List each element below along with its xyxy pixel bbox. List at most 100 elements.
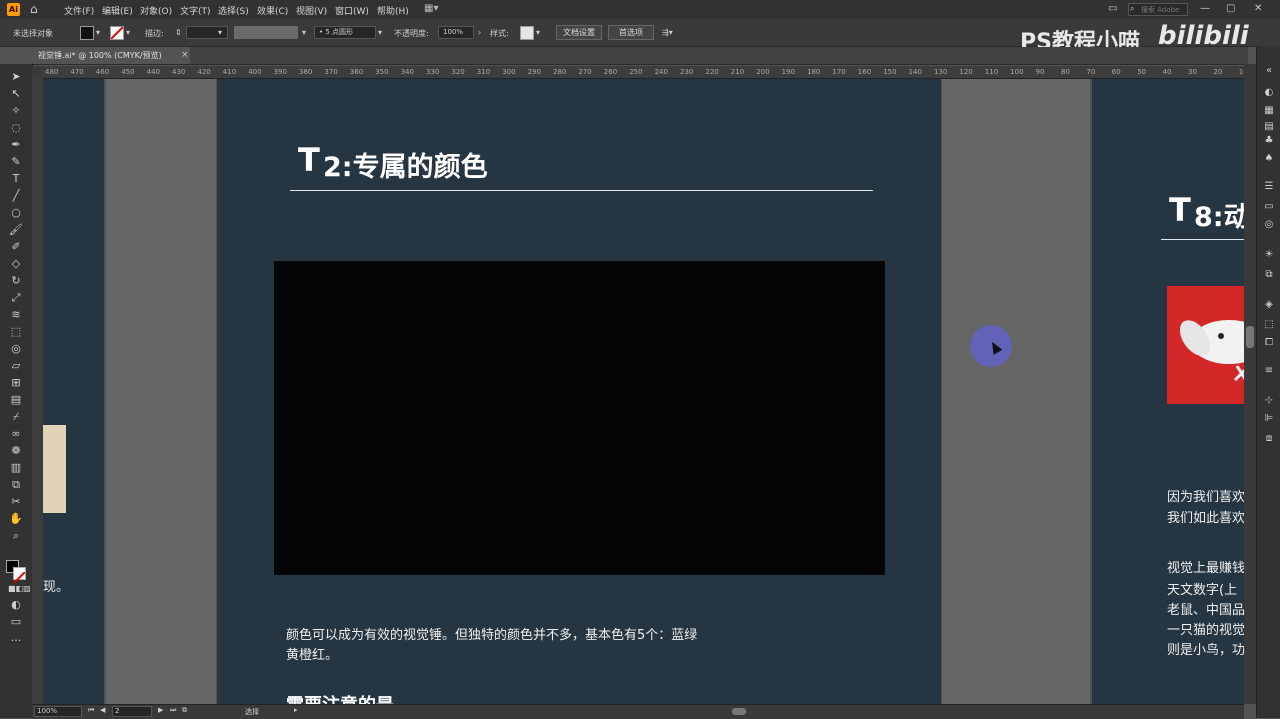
type-tool-icon[interactable]: T xyxy=(8,172,24,186)
stroke-swatch[interactable] xyxy=(110,26,124,40)
menu-help[interactable]: 帮助(H) xyxy=(377,4,409,17)
menu-edit[interactable]: 编辑(E) xyxy=(102,4,133,17)
pathfinder-panel-icon[interactable]: ⧈ xyxy=(1262,432,1276,446)
minimize-icon[interactable]: — xyxy=(1200,3,1210,14)
mesh-tool-icon[interactable]: ⊞ xyxy=(8,376,24,390)
transparency-panel-icon[interactable]: ◎ xyxy=(1262,218,1276,232)
artboards-panel-icon[interactable]: ⬚ xyxy=(1262,318,1276,332)
artboard-main[interactable]: T 2:专属的颜色 颜色可以成为有效的视觉锤。但独特的颜色并不多，基本色有5个：… xyxy=(217,79,941,704)
status-menu-icon[interactable]: ▸ xyxy=(294,706,298,714)
variable-width-profile[interactable] xyxy=(234,26,298,39)
horizontal-ruler[interactable]: 480 470 460 450 440 430 420 410 400 390 380 370 360 3… xyxy=(43,66,1248,79)
lasso-tool-icon[interactable]: ◌ xyxy=(8,121,24,135)
symbols-icon[interactable]: ♠ xyxy=(1262,152,1276,166)
stroke-panel-icon[interactable]: ☰ xyxy=(1262,180,1276,194)
red-image-card[interactable] xyxy=(1167,286,1244,404)
menu-type[interactable]: 文字(T) xyxy=(180,4,211,17)
hand-tool-icon[interactable]: ✋ xyxy=(8,512,24,526)
direct-selection-tool-icon[interactable]: ↖ xyxy=(8,87,24,101)
scale-tool-icon[interactable]: ⤢ xyxy=(8,291,24,305)
preferences-button[interactable]: 首选项 xyxy=(608,25,654,40)
artboard-tool-icon[interactable]: ⧉ xyxy=(8,478,24,492)
zoom-tool-icon[interactable]: ⌕ xyxy=(8,529,24,543)
artboard-number-field[interactable]: 2 xyxy=(112,706,152,717)
paintbrush-tool-icon[interactable]: 🖌 xyxy=(8,223,24,237)
ellipse-tool-icon[interactable]: ○ xyxy=(8,206,24,220)
layers-panel-icon[interactable]: ◈ xyxy=(1262,298,1276,312)
zoom-field[interactable]: 100% xyxy=(34,706,82,717)
opacity-arrow-icon[interactable]: › xyxy=(478,28,481,37)
artboard-right[interactable]: T 8:动 因为我们喜欢 我们如此喜欢 视觉上最赚钱 天文数字(上 老鼠、中国品… xyxy=(1092,79,1244,704)
home-icon[interactable]: ⌂ xyxy=(30,2,38,16)
properties-panel-icon[interactable]: ≡ xyxy=(1262,364,1276,378)
close-tab-icon[interactable]: × xyxy=(181,50,189,60)
document-setup-button[interactable]: 文档设置 xyxy=(556,25,602,40)
perspective-grid-tool-icon[interactable]: ▱ xyxy=(8,359,24,373)
arrange-docs-icon[interactable]: ▭ xyxy=(1108,3,1117,14)
graphic-style-swatch[interactable] xyxy=(520,26,534,40)
more-tools-icon[interactable]: ··· xyxy=(8,634,24,648)
graphic-styles-icon[interactable]: ⧉ xyxy=(1262,268,1276,282)
shape-builder-tool-icon[interactable]: ◎ xyxy=(8,342,24,356)
arrange-icon[interactable]: ⇶▾ xyxy=(662,28,673,37)
fill-swatch[interactable] xyxy=(80,26,94,40)
screen-mode-icon[interactable]: ▭ xyxy=(8,615,24,629)
menu-file[interactable]: 文件(F) xyxy=(64,4,94,17)
transform-panel-icon[interactable]: ⊹ xyxy=(1262,394,1276,408)
magic-wand-tool-icon[interactable]: ✧ xyxy=(8,104,24,118)
asset-export-icon[interactable]: ⧠ xyxy=(1262,336,1276,350)
workspace-switcher-icon[interactable]: ▦▾ xyxy=(424,3,438,14)
stroke-color-icon[interactable] xyxy=(13,567,26,584)
menu-object[interactable]: 对象(O) xyxy=(140,4,172,17)
style-dropdown-icon[interactable]: ▾ xyxy=(536,28,540,37)
menu-select[interactable]: 选择(S) xyxy=(218,4,249,17)
horizontal-scroll-thumb[interactable] xyxy=(732,708,746,715)
document-tab[interactable]: 视觉锤.ai* @ 100% (CMYK/预览) xyxy=(32,47,190,64)
shaper-tool-icon[interactable]: ✐ xyxy=(8,240,24,254)
prev-artboard-icon[interactable]: ◀ xyxy=(100,706,105,714)
align-panel-icon[interactable]: ⊫ xyxy=(1262,412,1276,426)
ruler-origin[interactable] xyxy=(32,66,43,78)
appearance-panel-icon[interactable]: ☀ xyxy=(1262,248,1276,262)
graph-tool-icon[interactable]: ▥ xyxy=(8,461,24,475)
libraries-icon[interactable]: ▤ xyxy=(1262,120,1276,134)
first-artboard-icon[interactable]: ⏮ xyxy=(88,706,94,715)
gradient-panel-icon[interactable]: ▭ xyxy=(1262,200,1276,214)
artboard-gray-left[interactable] xyxy=(106,79,216,704)
artboard-left[interactable] xyxy=(43,79,104,704)
collapse-panels-icon[interactable]: « xyxy=(1262,64,1276,78)
menu-effect[interactable]: 效果(C) xyxy=(257,4,288,17)
stroke-dropdown-icon[interactable]: ▾ xyxy=(126,28,130,37)
artboard-navigator-icon[interactable]: ⧉ xyxy=(182,706,187,715)
menu-view[interactable]: 视图(V) xyxy=(296,4,327,17)
color-mode-icon[interactable]: ■◧▨ xyxy=(8,582,31,596)
curvature-tool-icon[interactable]: ✎ xyxy=(8,155,24,169)
blend-tool-icon[interactable]: ∞ xyxy=(8,427,24,441)
slice-tool-icon[interactable]: ✂ xyxy=(8,495,24,509)
stroke-weight-dropdown-icon[interactable]: ▾ xyxy=(218,28,222,37)
selection-tool-icon[interactable]: ➤ xyxy=(8,70,24,84)
fill-dropdown-icon[interactable]: ▾ xyxy=(96,28,100,37)
gradient-tool-icon[interactable]: ▤ xyxy=(8,393,24,407)
stroke-stepper-icon[interactable]: ⇕ xyxy=(175,28,182,37)
line-tool-icon[interactable]: ╱ xyxy=(8,189,24,203)
rotate-tool-icon[interactable]: ↻ xyxy=(8,274,24,288)
artboard-gray-right[interactable] xyxy=(942,79,1090,704)
brushes-icon[interactable]: ♣ xyxy=(1262,134,1276,148)
maximize-icon[interactable]: ▢ xyxy=(1226,3,1235,14)
eraser-tool-icon[interactable]: ◇ xyxy=(8,257,24,271)
free-transform-tool-icon[interactable]: ⬚ xyxy=(8,325,24,339)
color-guide-icon[interactable]: ▦ xyxy=(1262,104,1276,118)
eyedropper-tool-icon[interactable]: ⌿ xyxy=(8,410,24,424)
next-artboard-icon[interactable]: ▶ xyxy=(158,706,163,714)
symbol-sprayer-tool-icon[interactable]: ❁ xyxy=(8,444,24,458)
pen-tool-icon[interactable]: ✒ xyxy=(8,138,24,152)
close-window-icon[interactable]: ✕ xyxy=(1254,3,1262,14)
vertical-scrollbar[interactable] xyxy=(1244,64,1256,704)
vertical-scroll-thumb[interactable] xyxy=(1246,326,1254,348)
brush-definition-field[interactable]: • 5 点圆形 xyxy=(314,26,376,39)
profile-dropdown-icon[interactable]: ▾ xyxy=(302,28,306,37)
color-panel-icon[interactable]: ◐ xyxy=(1262,86,1276,100)
opacity-field[interactable]: 100% xyxy=(438,26,474,39)
canvas[interactable]: 现。 T 2:专属的颜色 颜色可以成为有效的视觉锤。但独特的颜色并不多，基本色有… xyxy=(43,79,1244,704)
